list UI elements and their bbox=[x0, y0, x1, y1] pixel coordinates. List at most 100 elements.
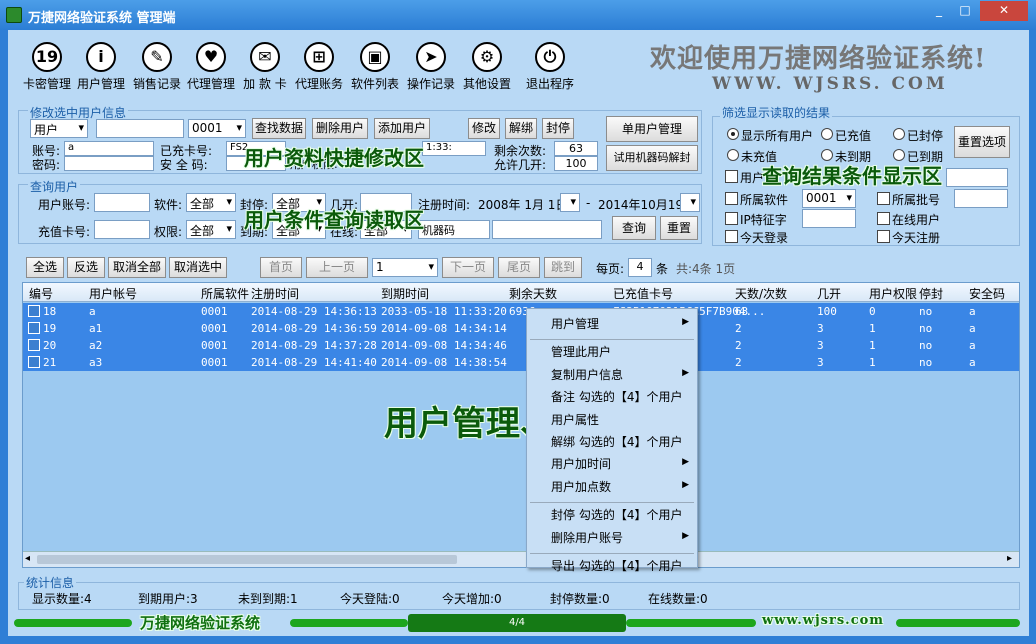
menu-item[interactable]: 导出 勾选的【4】个用户 bbox=[551, 557, 682, 574]
prev-page-button[interactable]: 上一页 bbox=[306, 257, 368, 278]
horizontal-scrollbar[interactable]: ◂ ▸ bbox=[23, 551, 1019, 567]
trial-machine-unban-button[interactable]: 试用机器码解封 bbox=[606, 145, 698, 171]
filter-ip-input[interactable] bbox=[802, 209, 856, 228]
column-header[interactable]: 用户帐号 bbox=[89, 285, 137, 302]
menu-item[interactable]: 删除用户账号 bbox=[551, 529, 623, 546]
date-to-dropdown[interactable] bbox=[680, 193, 700, 212]
table-row[interactable]: 18 a 0001 2014-08-29 14:36:13 2033-05-18 11:… bbox=[23, 303, 1019, 320]
field-select[interactable]: 用户 bbox=[30, 119, 88, 138]
filter-ip-checkbox[interactable] bbox=[725, 212, 738, 225]
query-perm-select[interactable]: 全部 bbox=[186, 220, 236, 239]
filter-software-checkbox[interactable] bbox=[725, 192, 738, 205]
menu-item[interactable]: 用户加时间 bbox=[551, 455, 611, 472]
table-row[interactable]: 19 a1 0001 2014-08-29 14:36:59 2014-09-08 14… bbox=[23, 320, 1019, 337]
menu-item[interactable]: 备注 勾选的【4】个用户 bbox=[551, 388, 682, 405]
query-account-input[interactable] bbox=[94, 193, 150, 212]
menu-item[interactable]: 用户管理 bbox=[551, 315, 599, 332]
filter-reset-button[interactable]: 重置选项 bbox=[954, 126, 1010, 158]
agent-account-button[interactable]: ⊞ 代理账务 bbox=[292, 42, 346, 92]
allow-open-input[interactable]: 100 bbox=[554, 156, 598, 171]
sales-record-button[interactable]: ✎ 销售记录 bbox=[130, 42, 184, 92]
filter-today-register-checkbox[interactable] bbox=[877, 230, 890, 243]
unbind-button[interactable]: 解绑 bbox=[505, 118, 537, 139]
column-header[interactable]: 停封 bbox=[919, 285, 943, 302]
menu-item[interactable]: 复制用户信息 bbox=[551, 366, 623, 383]
other-settings-button[interactable]: ⚙ 其他设置 bbox=[460, 42, 514, 92]
page-select[interactable]: 1 bbox=[372, 258, 438, 277]
column-header[interactable]: 编号 bbox=[29, 285, 53, 302]
remain-count-input[interactable]: 63 bbox=[554, 141, 598, 156]
jump-page-button[interactable]: 跳到 bbox=[544, 257, 582, 278]
cancel-selected-button[interactable]: 取消选中 bbox=[169, 257, 227, 278]
maximize-button[interactable]: □ bbox=[954, 1, 976, 21]
close-button[interactable]: ✕ bbox=[980, 1, 1028, 21]
column-header[interactable]: 安全码 bbox=[969, 285, 1005, 302]
menu-item[interactable]: 封停 勾选的【4】个用户 bbox=[551, 506, 682, 523]
menu-item[interactable]: 管理此用户 bbox=[551, 343, 611, 360]
user-manage-button[interactable]: i 用户管理 bbox=[74, 42, 128, 92]
filter-online-checkbox[interactable] bbox=[877, 212, 890, 225]
query-reset-button[interactable]: 重置 bbox=[660, 216, 698, 240]
find-data-button[interactable]: 查找数据 bbox=[252, 118, 306, 139]
filter-user-checkbox[interactable] bbox=[725, 170, 738, 183]
field-value-input[interactable] bbox=[96, 119, 184, 138]
menu-item[interactable]: 解绑 勾选的【4】个用户 bbox=[551, 433, 682, 450]
expire-time-input[interactable]: 1:33: bbox=[422, 141, 486, 156]
column-header[interactable]: 几开 bbox=[817, 285, 841, 302]
password-input[interactable] bbox=[64, 156, 154, 171]
filter-software-select[interactable]: 0001 bbox=[802, 189, 856, 208]
table-row[interactable]: 20 a2 0001 2014-08-29 14:37:28 2014-09-08 14… bbox=[23, 337, 1019, 354]
select-all-button[interactable]: 全选 bbox=[26, 257, 64, 278]
menu-item[interactable]: 用户属性 bbox=[551, 411, 599, 428]
single-user-manage-button[interactable]: 单用户管理 bbox=[606, 116, 698, 142]
invert-selection-button[interactable]: 反选 bbox=[67, 257, 105, 278]
row-checkbox[interactable] bbox=[28, 322, 40, 334]
last-page-button[interactable]: 尾页 bbox=[498, 257, 540, 278]
first-page-button[interactable]: 首页 bbox=[260, 257, 302, 278]
add-user-button[interactable]: 添加用户 bbox=[374, 118, 430, 139]
query-recharge-input[interactable] bbox=[94, 220, 150, 239]
filter-batch-checkbox[interactable] bbox=[877, 192, 890, 205]
filter-today-login-checkbox[interactable] bbox=[725, 230, 738, 243]
row-checkbox[interactable] bbox=[28, 305, 40, 317]
modify-button[interactable]: 修改 bbox=[468, 118, 500, 139]
row-checkbox[interactable] bbox=[28, 356, 40, 368]
column-header[interactable]: 剩余天数 bbox=[509, 285, 557, 302]
software-code-select[interactable]: 0001 bbox=[188, 119, 246, 138]
column-header[interactable]: 已充值卡号 bbox=[613, 285, 673, 302]
query-button[interactable]: 查询 bbox=[612, 216, 656, 240]
scrollbar-thumb[interactable] bbox=[37, 555, 457, 564]
column-header[interactable]: 用户权限 bbox=[869, 285, 917, 302]
date-from-dropdown[interactable] bbox=[560, 193, 580, 212]
query-software-select[interactable]: 全部 bbox=[186, 193, 236, 212]
delete-user-button[interactable]: 删除用户 bbox=[312, 118, 368, 139]
menu-item[interactable]: 用户加点数 bbox=[551, 478, 611, 495]
filter-user-input[interactable] bbox=[946, 168, 1008, 187]
filter-batch-input[interactable] bbox=[954, 189, 1008, 208]
operation-log-button[interactable]: ➤ 操作记录 bbox=[404, 42, 458, 92]
radio-not-recharged[interactable] bbox=[727, 149, 739, 161]
radio-all-users[interactable] bbox=[727, 128, 739, 140]
scroll-right-icon[interactable]: ▸ bbox=[1007, 553, 1012, 564]
per-page-input[interactable]: 4 bbox=[628, 258, 652, 277]
column-header[interactable]: 天数/次数 bbox=[735, 285, 787, 302]
radio-banned[interactable] bbox=[893, 128, 905, 140]
column-header[interactable]: 所属软件 bbox=[201, 285, 249, 302]
cancel-all-button[interactable]: 取消全部 bbox=[108, 257, 166, 278]
query-date-from[interactable]: 2008年 1月 1日 bbox=[478, 196, 567, 213]
add-card-button[interactable]: ✉ 加 款 卡 bbox=[238, 42, 292, 92]
minimize-button[interactable]: _ bbox=[928, 1, 950, 21]
row-checkbox[interactable] bbox=[28, 339, 40, 351]
account-input[interactable]: a bbox=[64, 141, 154, 156]
ban-button[interactable]: 封停 bbox=[542, 118, 574, 139]
query-machine-input[interactable] bbox=[492, 220, 602, 239]
next-page-button[interactable]: 下一页 bbox=[442, 257, 494, 278]
agent-manage-button[interactable]: ♥ 代理管理 bbox=[184, 42, 238, 92]
exit-program-button[interactable]: ⏻ 退出程序 bbox=[523, 42, 577, 92]
column-header[interactable]: 到期时间 bbox=[381, 285, 429, 302]
column-header[interactable]: 注册时间 bbox=[251, 285, 299, 302]
table-row[interactable]: 21 a3 0001 2014-08-29 14:41:40 2014-09-08 14… bbox=[23, 354, 1019, 371]
software-list-button[interactable]: ▣ 软件列表 bbox=[348, 42, 402, 92]
card-code-manage-button[interactable]: 19 卡密管理 bbox=[20, 42, 74, 92]
radio-recharged[interactable] bbox=[821, 128, 833, 140]
